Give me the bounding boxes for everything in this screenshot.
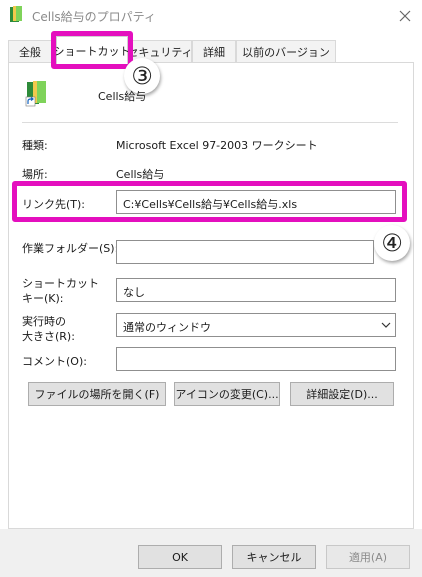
- apply-button[interactable]: 適用(A): [326, 545, 410, 569]
- window-title: Cells給与のプロパティ: [32, 10, 156, 24]
- comment-input[interactable]: [116, 347, 396, 371]
- close-button[interactable]: [392, 3, 418, 29]
- shortcut-file-icon: [24, 80, 52, 108]
- location-value: Cells給与: [116, 168, 165, 181]
- shortcut-name: Cells給与: [98, 90, 147, 103]
- title-bar: Cells給与のプロパティ: [0, 0, 422, 32]
- run-label-line1: 実行時の: [22, 315, 66, 328]
- ok-button[interactable]: OK: [138, 545, 222, 569]
- excel-file-icon: [9, 6, 23, 24]
- cancel-button[interactable]: キャンセル: [232, 545, 316, 569]
- hotkey-label-line1: ショートカット: [22, 277, 99, 290]
- tab-details[interactable]: 詳細: [192, 40, 236, 62]
- close-icon: [399, 10, 411, 22]
- hotkey-label-line2: キー(K):: [22, 292, 64, 305]
- highlight-target-box: [12, 181, 407, 222]
- type-value: Microsoft Excel 97-2003 ワークシート: [116, 139, 318, 152]
- run-label-line2: 大きさ(R):: [22, 330, 75, 343]
- comment-label: コメント(O):: [22, 355, 87, 368]
- change-icon-button[interactable]: アイコンの変更(C)...: [174, 382, 280, 406]
- location-label: 場所:: [22, 168, 48, 181]
- divider: [22, 122, 398, 123]
- hotkey-input[interactable]: なし: [116, 278, 396, 302]
- highlight-tab-box: [51, 31, 133, 69]
- advanced-button[interactable]: 詳細設定(D)...: [290, 382, 394, 406]
- open-file-location-button[interactable]: ファイルの場所を開く(F): [28, 382, 166, 406]
- tab-general[interactable]: 全般: [8, 40, 52, 62]
- type-label: 種類:: [22, 139, 48, 152]
- run-select[interactable]: 通常のウィンドウ: [116, 313, 396, 337]
- annotation-marker-4: ④: [374, 225, 410, 261]
- start-in-label: 作業フォルダー(S):: [22, 242, 119, 255]
- tab-previous-versions[interactable]: 以前のバージョン: [236, 40, 336, 62]
- start-in-input[interactable]: [116, 240, 374, 264]
- run-select-value: 通常のウィンドウ: [123, 321, 211, 334]
- chevron-down-icon: [380, 319, 392, 331]
